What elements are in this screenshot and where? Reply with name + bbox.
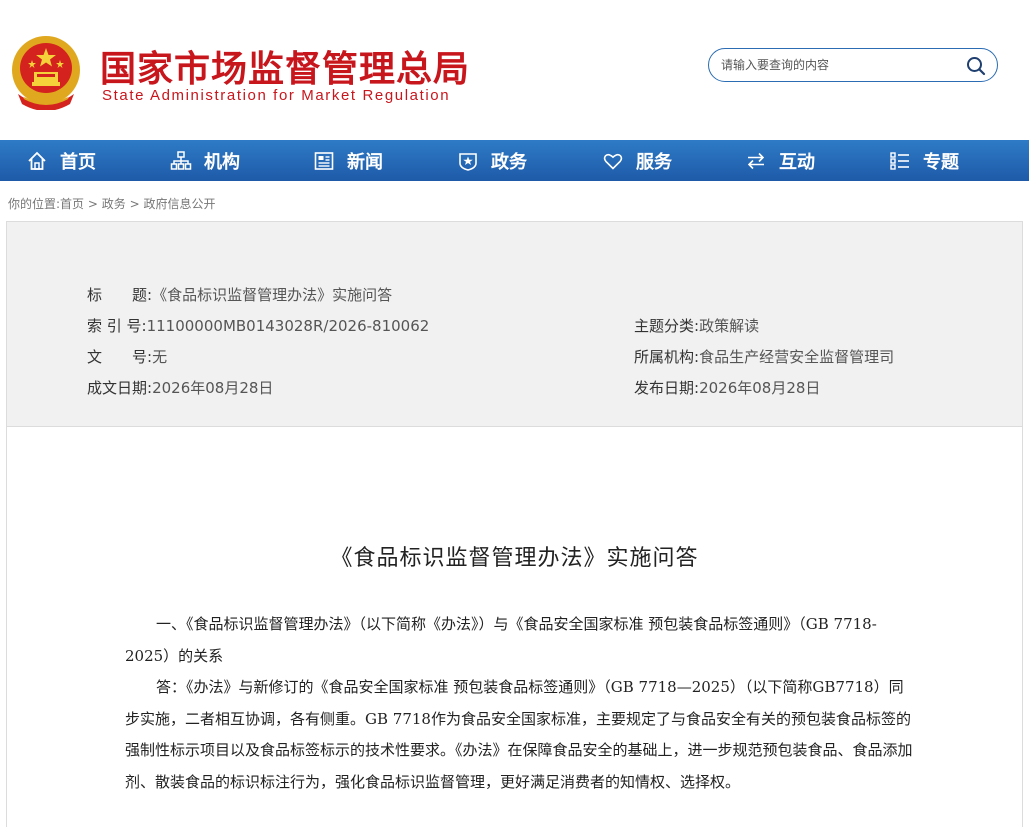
search-icon[interactable] bbox=[965, 55, 987, 77]
meta-org-value: 食品生产经营安全监督管理司 bbox=[699, 348, 895, 366]
meta-org-label: 所属机构: bbox=[634, 348, 700, 366]
meta-publish-date-row: 发布日期:2026年08月28日 bbox=[634, 377, 820, 398]
meta-doc-no-label: 文 号: bbox=[87, 348, 153, 366]
search-box bbox=[708, 48, 998, 82]
breadcrumb-prefix: 你的位置: bbox=[8, 197, 61, 211]
site-subtitle: State Administration for Market Regulati… bbox=[102, 87, 451, 104]
meta-topic-row: 主题分类:政策解读 bbox=[634, 315, 759, 336]
meta-index-value: 11100000MB0143028R/2026-810062 bbox=[146, 317, 430, 335]
nav-label-service: 服务 bbox=[636, 151, 672, 173]
newspaper-icon bbox=[314, 151, 334, 170]
badge-icon bbox=[459, 152, 477, 171]
meta-doc-no-row: 文 号:无 bbox=[87, 346, 167, 367]
content-box: 标 题:《食品标识监督管理办法》实施问答 索 引 号:11100000MB014… bbox=[6, 221, 1023, 827]
article-title: 《食品标识监督管理办法》实施问答 bbox=[330, 546, 699, 571]
breadcrumb: 你的位置:首页 > 政务 > 政府信息公开 bbox=[8, 195, 216, 212]
meta-org-row: 所属机构:食品生产经营安全监督管理司 bbox=[634, 346, 894, 367]
org-chart-icon bbox=[170, 150, 192, 170]
home-icon bbox=[28, 151, 46, 170]
nav-label-org: 机构 bbox=[204, 151, 240, 173]
nav-item-topic[interactable]: 专题 bbox=[889, 140, 959, 181]
breadcrumb-separator: > bbox=[129, 197, 140, 211]
meta-doc-no-value: 无 bbox=[152, 348, 168, 366]
meta-publish-date-label: 发布日期: bbox=[634, 379, 700, 397]
article-body: 一、《食品标识监督管理办法》（以下简称《办法》）与《食品安全国家标准 预包装食品… bbox=[125, 609, 915, 798]
meta-title-row: 标 题:《食品标识监督管理办法》实施问答 bbox=[87, 284, 392, 305]
nav-item-home[interactable]: 首页 bbox=[26, 140, 96, 181]
breadcrumb-link-affairs[interactable]: 政务 bbox=[102, 197, 126, 211]
article-paragraph: 一、《食品标识监督管理办法》（以下简称《办法》）与《食品安全国家标准 预包装食品… bbox=[125, 615, 877, 665]
list-icon bbox=[890, 151, 909, 170]
site-header: 国家市场监督管理总局 State Administration for Mark… bbox=[0, 0, 1029, 140]
nav-label-affairs: 政务 bbox=[491, 151, 527, 173]
nav-label-news: 新闻 bbox=[347, 151, 383, 173]
nav-label-home: 首页 bbox=[60, 151, 96, 173]
breadcrumb-separator: > bbox=[87, 197, 98, 211]
search-input[interactable] bbox=[721, 56, 957, 74]
meta-index-row: 索 引 号:11100000MB0143028R/2026-810062 bbox=[87, 315, 429, 336]
meta-written-date-value: 2026年08月28日 bbox=[152, 379, 274, 397]
nav-label-interact: 互动 bbox=[779, 151, 815, 173]
document-metadata: 标 题:《食品标识监督管理办法》实施问答 索 引 号:11100000MB014… bbox=[7, 222, 1022, 427]
nav-label-topic: 专题 bbox=[923, 151, 959, 173]
nav-item-service[interactable]: 服务 bbox=[602, 140, 672, 181]
heart-icon bbox=[603, 153, 623, 170]
meta-title-value: 《食品标识监督管理办法》实施问答 bbox=[152, 286, 393, 304]
meta-title-label: 标 题: bbox=[87, 286, 153, 304]
meta-written-date-row: 成文日期:2026年08月28日 bbox=[87, 377, 273, 398]
main-nav: 首页 机构 新闻 政务 服务 互动 专题 bbox=[0, 140, 1029, 181]
site-title[interactable]: 国家市场监督管理总局 bbox=[100, 40, 470, 92]
meta-written-date-label: 成文日期: bbox=[87, 379, 153, 397]
meta-publish-date-value: 2026年08月28日 bbox=[699, 379, 821, 397]
meta-topic-value: 政策解读 bbox=[699, 317, 760, 335]
nav-item-org[interactable]: 机构 bbox=[170, 140, 240, 181]
article-paragraph: 答：《办法》与新修订的《食品安全国家标准 预包装食品标签通则》（GB 7718—… bbox=[125, 678, 913, 791]
nav-item-affairs[interactable]: 政务 bbox=[457, 140, 527, 181]
meta-index-label: 索 引 号: bbox=[87, 317, 147, 335]
nav-item-interact[interactable]: 互动 bbox=[745, 140, 815, 181]
breadcrumb-link-info-public[interactable]: 政府信息公开 bbox=[144, 197, 216, 211]
meta-topic-label: 主题分类: bbox=[634, 317, 700, 335]
breadcrumb-link-home[interactable]: 首页 bbox=[60, 197, 84, 211]
nav-item-news[interactable]: 新闻 bbox=[313, 140, 383, 181]
exchange-arrows-icon bbox=[747, 152, 765, 169]
national-emblem-icon[interactable] bbox=[10, 34, 82, 110]
